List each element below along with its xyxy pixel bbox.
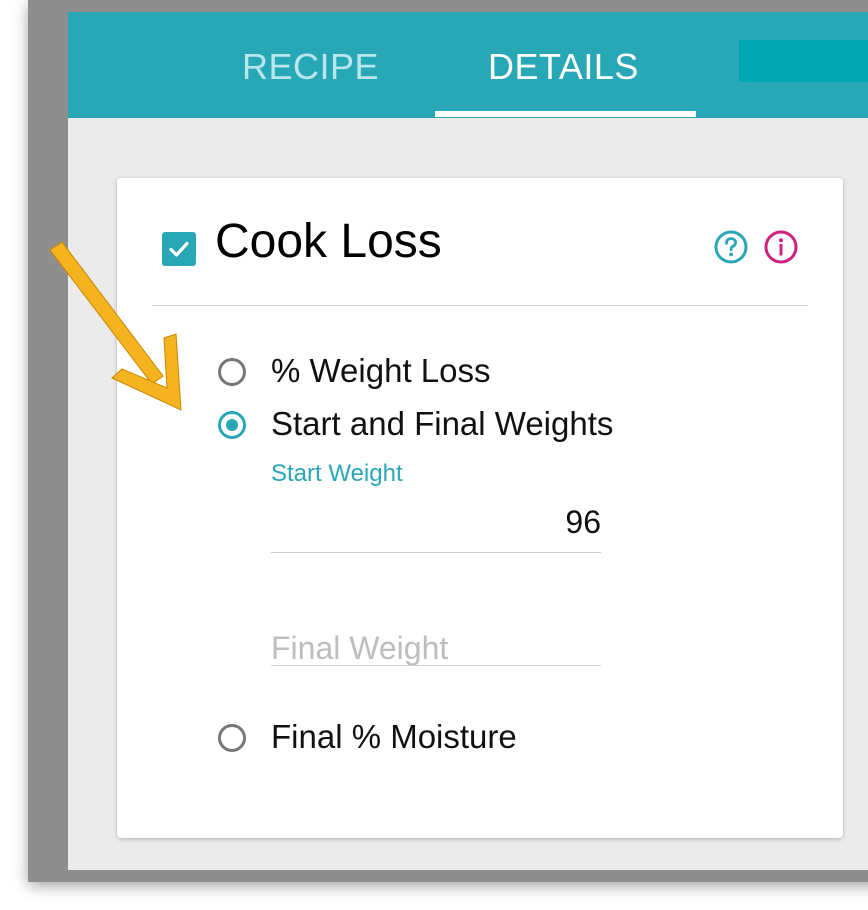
radio-final-moisture[interactable] [218,724,246,752]
start-weight-label: Start Weight [271,460,403,487]
annotation-arrow-icon [49,241,182,411]
tab-details[interactable]: DETAILS [488,46,639,88]
cook-loss-card: Cook Loss % Weight Loss Start and Final … [117,178,843,838]
tab-partial-hidden[interactable] [739,40,868,82]
tab-recipe[interactable]: RECIPE [242,46,379,88]
final-weight-underline [271,665,601,666]
option-final-moisture-label: Final % Moisture [271,718,517,755]
tab-bar: RECIPE DETAILS [68,12,868,118]
radio-start-final-weights[interactable] [218,411,246,439]
final-weight-input[interactable]: Final Weight [271,630,448,667]
option-weight-loss-label: % Weight Loss [271,352,491,389]
info-icon[interactable] [764,230,798,264]
card-divider [152,305,808,306]
option-start-final-weights-label: Start and Final Weights [271,405,614,442]
card-title: Cook Loss [215,215,442,268]
help-icon[interactable] [714,230,748,264]
app-screen: RECIPE DETAILS Cook Loss % Weight Loss S… [68,12,868,870]
radio-weight-loss[interactable] [218,358,246,386]
active-tab-indicator [435,111,696,117]
window-frame: RECIPE DETAILS Cook Loss % Weight Loss S… [28,0,868,882]
start-weight-input[interactable]: 96 [271,504,601,541]
start-weight-underline [271,552,601,553]
